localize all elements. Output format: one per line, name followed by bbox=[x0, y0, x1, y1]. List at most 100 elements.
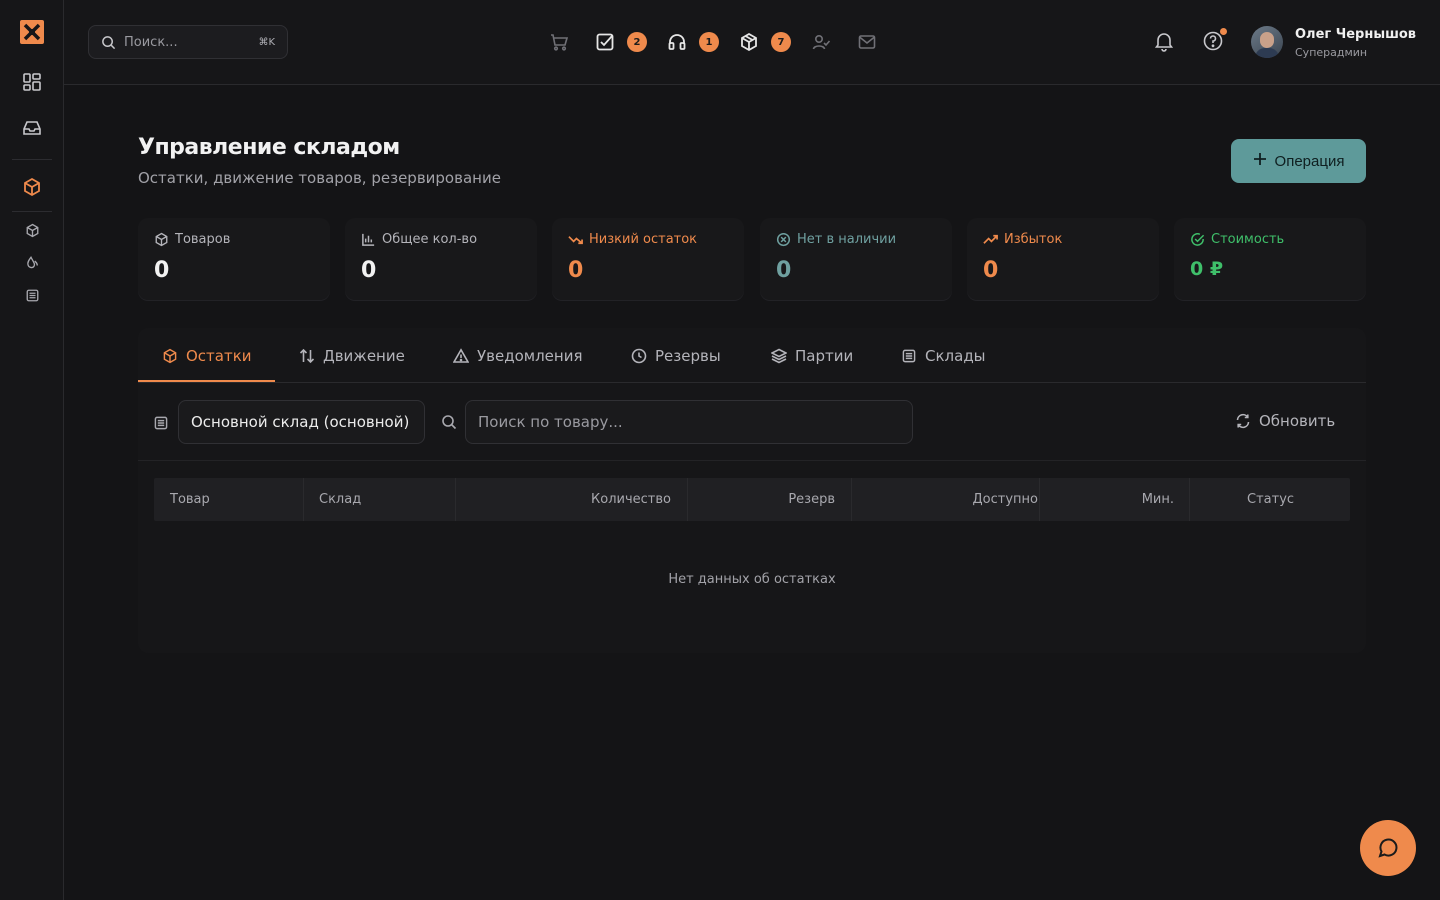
stat-label: Избыток bbox=[1004, 232, 1063, 247]
warehouse-icon bbox=[902, 349, 916, 362]
warehouse-icon bbox=[153, 415, 169, 435]
logo-icon[interactable] bbox=[18, 18, 46, 46]
box-icon bbox=[163, 348, 177, 363]
add-operation-button[interactable]: Операция bbox=[1231, 139, 1366, 183]
column-header-warehouse[interactable]: Склад bbox=[319, 478, 361, 521]
sidebar-divider bbox=[12, 211, 52, 212]
column-divider bbox=[1039, 478, 1040, 521]
refresh-icon bbox=[1236, 413, 1250, 429]
user-role: Суперадмин bbox=[1295, 46, 1368, 59]
top-bar: Поиск... ⌘K 2 1 7 Олег Чернышов Суперадм… bbox=[64, 0, 1440, 85]
product-search-input[interactable]: Поиск по товару... bbox=[465, 400, 913, 444]
column-header-reserve[interactable]: Резерв bbox=[788, 478, 835, 521]
column-divider bbox=[455, 478, 456, 521]
global-search[interactable]: Поиск... ⌘K bbox=[88, 25, 288, 59]
stat-label: Низкий остаток bbox=[589, 232, 698, 247]
sidebar bbox=[0, 0, 64, 900]
stock-panel: Остатки Движение Уведомления Резервы Пар… bbox=[138, 328, 1366, 653]
dashboard-icon[interactable] bbox=[20, 70, 44, 94]
stat-value: 0 bbox=[983, 258, 999, 283]
stat-label: Стоимость bbox=[1211, 232, 1285, 247]
user-check-icon[interactable] bbox=[810, 31, 832, 53]
check-circle-icon bbox=[1191, 233, 1205, 246]
tabs: Остатки Движение Уведомления Резервы Пар… bbox=[138, 328, 1366, 383]
box-icon bbox=[155, 232, 168, 247]
page-subtitle: Остатки, движение товаров, резервировани… bbox=[138, 169, 501, 187]
active-tab-indicator bbox=[138, 380, 275, 382]
stat-value: 0 bbox=[776, 258, 792, 283]
chat-icon bbox=[1378, 838, 1398, 858]
bar-chart-icon bbox=[362, 233, 375, 246]
tab-label: Уведомления bbox=[477, 346, 583, 365]
tab-reserves[interactable]: Резервы bbox=[631, 328, 721, 383]
tab-notifications[interactable]: Уведомления bbox=[453, 328, 582, 383]
stat-card-low-stock: Низкий остаток 0 bbox=[552, 218, 744, 300]
column-header-min[interactable]: Мин. bbox=[1142, 478, 1174, 521]
stat-card-out-of-stock: Нет в наличии 0 bbox=[760, 218, 952, 300]
warehouse-icon[interactable] bbox=[23, 286, 41, 304]
package-icon[interactable] bbox=[23, 221, 41, 239]
x-circle-icon bbox=[776, 232, 791, 247]
stat-value: 0 bbox=[361, 258, 377, 283]
clock-icon bbox=[631, 348, 647, 363]
column-header-product[interactable]: Товар bbox=[170, 478, 210, 521]
stat-label: Нет в наличии bbox=[797, 232, 897, 247]
stat-value: 0 ₽ bbox=[1190, 258, 1224, 280]
stat-value: 0 bbox=[154, 258, 170, 283]
trending-down-icon bbox=[568, 236, 583, 245]
cart-icon[interactable] bbox=[548, 31, 570, 53]
column-header-quantity[interactable]: Количество bbox=[591, 478, 671, 521]
column-divider bbox=[851, 478, 852, 521]
warning-icon bbox=[453, 347, 469, 363]
mail-icon[interactable] bbox=[856, 31, 878, 53]
search-icon bbox=[102, 35, 116, 49]
stat-label: Общее кол-во bbox=[382, 232, 478, 247]
refresh-label: Обновить bbox=[1259, 412, 1336, 430]
tab-label: Партии bbox=[795, 346, 854, 365]
packages-icon[interactable] bbox=[738, 31, 760, 53]
divider bbox=[138, 460, 1366, 461]
tab-label: Склады bbox=[925, 346, 986, 365]
layers-icon bbox=[771, 348, 787, 363]
table-header: Товар Склад Количество Резерв Доступно М… bbox=[154, 478, 1350, 521]
tasks-icon[interactable] bbox=[594, 31, 616, 53]
avatar[interactable] bbox=[1251, 26, 1283, 58]
warehouse-select[interactable]: Основной склад (основной) bbox=[178, 400, 425, 444]
stat-label: Товаров bbox=[175, 232, 231, 247]
drop-icon[interactable] bbox=[23, 253, 41, 271]
empty-state-message: Нет данных об остатках bbox=[668, 572, 836, 587]
packages-badge: 7 bbox=[771, 32, 791, 52]
column-divider bbox=[303, 478, 304, 521]
plus-icon bbox=[1253, 152, 1267, 170]
column-header-available[interactable]: Доступно bbox=[973, 478, 1038, 521]
tab-label: Движение bbox=[323, 346, 405, 365]
search-shortcut: ⌘K bbox=[258, 36, 275, 48]
user-name[interactable]: Олег Чернышов bbox=[1295, 27, 1416, 42]
tab-stock[interactable]: Остатки bbox=[162, 328, 252, 383]
tab-label: Остатки bbox=[186, 346, 252, 365]
chat-button[interactable] bbox=[1360, 820, 1416, 876]
headset-icon[interactable] bbox=[666, 31, 688, 53]
tab-batches[interactable]: Партии bbox=[771, 328, 853, 383]
refresh-button[interactable]: Обновить bbox=[1235, 412, 1335, 430]
stat-card-value: Стоимость 0 ₽ bbox=[1174, 218, 1366, 300]
column-header-status[interactable]: Статус bbox=[1247, 478, 1294, 521]
stat-card-products: Товаров 0 bbox=[138, 218, 330, 300]
arrows-up-down-icon bbox=[299, 348, 315, 363]
help-notification-dot bbox=[1220, 28, 1227, 35]
stat-value: 0 bbox=[568, 258, 584, 283]
support-badge: 1 bbox=[699, 32, 719, 52]
stat-card-total-qty: Общее кол-во 0 bbox=[345, 218, 537, 300]
bell-icon[interactable] bbox=[1153, 30, 1175, 52]
tab-warehouses[interactable]: Склады bbox=[901, 328, 986, 383]
tab-label: Резервы bbox=[655, 346, 721, 365]
operation-button-label: Операция bbox=[1274, 152, 1345, 170]
stat-card-surplus: Избыток 0 bbox=[967, 218, 1159, 300]
trending-up-icon bbox=[983, 234, 998, 244]
box-icon[interactable] bbox=[20, 175, 44, 199]
sidebar-divider bbox=[12, 159, 52, 160]
tasks-badge: 2 bbox=[627, 32, 647, 52]
tab-movement[interactable]: Движение bbox=[299, 328, 405, 383]
inbox-icon[interactable] bbox=[20, 116, 44, 140]
search-icon bbox=[441, 414, 457, 434]
